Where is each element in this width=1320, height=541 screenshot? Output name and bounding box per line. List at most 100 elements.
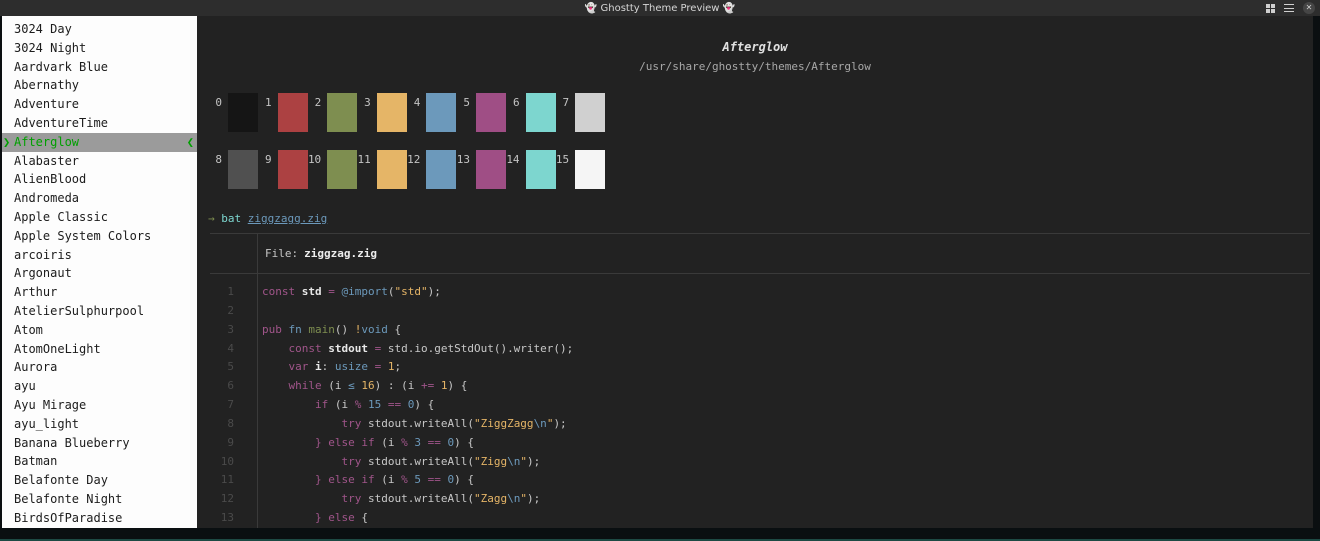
palette-swatch: [475, 150, 506, 189]
palette-index: 5: [463, 96, 470, 109]
palette-swatch: [228, 150, 258, 189]
line-number: 8: [227, 416, 234, 430]
code-text: } else {: [314, 511, 368, 525]
theme-list-item[interactable]: Arthur: [2, 283, 197, 302]
menu-icon[interactable]: [1284, 4, 1294, 12]
line-number: 1: [227, 285, 234, 298]
palette-swatch: [228, 93, 258, 132]
palette-swatch: [575, 93, 606, 132]
titlebar: 👻 Ghostty Theme Preview 👻 ✕: [0, 0, 1320, 16]
palette-swatch: [327, 93, 358, 132]
palette-cell: 10: [307, 150, 358, 189]
selection-marker-left-icon: ❯: [3, 134, 11, 149]
code-line: 2: [210, 302, 1310, 321]
line-number: 13: [220, 511, 234, 525]
palette-cell: 6: [506, 93, 556, 132]
palette-index: 12: [407, 153, 421, 166]
theme-list-item[interactable]: Aardvark Blue: [2, 58, 197, 77]
theme-list-item[interactable]: AtomOneLight: [2, 340, 197, 359]
palette-swatch: [426, 150, 457, 189]
code-text: try stdout.writeAll("Zigg\n");: [341, 454, 541, 468]
line-number: 7: [227, 398, 234, 412]
palette-swatch: [376, 93, 407, 132]
palette-cell: 0: [208, 93, 258, 132]
line-number: 5: [227, 360, 234, 374]
shell-prompt: → bat ziggzagg.zig: [208, 212, 327, 225]
tiles-icon[interactable]: [1266, 3, 1275, 13]
theme-list-item[interactable]: AtelierSulphurpool: [2, 302, 197, 321]
theme-list-item[interactable]: ❯ Afterglow ❮: [2, 132, 197, 152]
theme-list-item[interactable]: Apple System Colors: [2, 227, 197, 246]
line-number: 2: [227, 303, 234, 317]
file-name: ziggzag.zig: [304, 247, 377, 260]
palette-cell: 4: [406, 93, 457, 132]
palette-row-2: 8 9 10 11 12 13 14 15: [208, 150, 606, 189]
titlebar-buttons: ✕: [1266, 0, 1315, 16]
theme-list-item[interactable]: AdventureTime: [2, 114, 197, 133]
code-line: 12 try stdout.writeAll("Zagg\n");: [210, 490, 1310, 509]
theme-list-item[interactable]: Atom: [2, 321, 197, 340]
line-number: 4: [227, 341, 234, 355]
palette-swatch: [575, 150, 606, 189]
palette-swatch: [525, 93, 556, 132]
theme-list-item[interactable]: Abernathy: [2, 76, 197, 95]
palette-index: 2: [314, 96, 322, 109]
theme-list-item[interactable]: Andromeda: [2, 189, 197, 208]
theme-list-item[interactable]: ayu_light: [2, 415, 197, 434]
palette-index: 8: [215, 153, 222, 166]
code-line: 3 pub fn main() !void {: [210, 321, 1310, 340]
palette-cell: 8: [208, 150, 258, 189]
theme-list-item[interactable]: arcoiris: [2, 246, 197, 265]
palette-row-1: 0 1 2 3 4 5 6 7: [208, 93, 606, 132]
code-text: const stdout = std.io.getStdOut().writer…: [288, 341, 574, 355]
palette-index: 13: [456, 153, 470, 166]
palette-swatch: [475, 93, 506, 132]
code-line: 10 try stdout.writeAll("Zigg\n");: [210, 453, 1310, 472]
theme-list-item[interactable]: Argonaut: [2, 264, 197, 283]
theme-list-item[interactable]: AlienBlood: [2, 170, 197, 189]
theme-list-item[interactable]: Belafonte Day: [2, 471, 197, 490]
theme-list-item[interactable]: Ayu Mirage: [2, 396, 197, 415]
theme-list-item[interactable]: 3024 Day: [2, 20, 197, 39]
theme-list-item[interactable]: Banana Blueberry: [2, 434, 197, 453]
theme-list-item[interactable]: BirdsOfParadise: [2, 509, 197, 528]
close-icon[interactable]: ✕: [1303, 2, 1315, 14]
code-text: } else if (i % 5 == 0) {: [314, 473, 474, 487]
code-text: while (i ≤ 16) : (i += 1) {: [288, 379, 468, 393]
prompt-arrow-icon: →: [208, 212, 215, 225]
code-text: if (i % 15 == 0) {: [314, 398, 435, 412]
palette-index: 9: [264, 153, 272, 166]
theme-list-item[interactable]: Adventure: [2, 95, 197, 114]
palette-index: 3: [364, 96, 371, 109]
theme-list: 3024 Day 3024 Night Aardvark Blue Abernathy…: [2, 16, 197, 528]
desktop-edge: [0, 528, 1320, 541]
palette-swatch: [277, 150, 308, 189]
palette-cell: 15: [555, 150, 606, 189]
prompt-filename: ziggzagg.zig: [247, 212, 328, 225]
code-text: var i: usize = 1;: [288, 360, 402, 374]
bat-output: File: ziggzag.zig 1 const std = @import("…: [210, 233, 1310, 528]
palette-index: 6: [512, 96, 520, 109]
theme-list-item[interactable]: Aurora: [2, 358, 197, 377]
code-line: 11 } else if (i % 5 == 0) {: [210, 471, 1310, 490]
code-line: 6 while (i ≤ 16) : (i += 1) {: [210, 377, 1310, 396]
theme-list-item[interactable]: Belafonte Night: [2, 490, 197, 509]
palette-cell: 9: [258, 150, 308, 189]
line-number: 6: [227, 379, 234, 393]
line-number: 12: [220, 492, 234, 506]
theme-list-item[interactable]: Batman: [2, 452, 197, 471]
palette-swatch: [277, 93, 308, 132]
palette-index: 0: [215, 96, 222, 109]
code-line: 5 var i: usize = 1;: [210, 358, 1310, 377]
palette-swatch: [525, 150, 556, 189]
palette-cell: 7: [555, 93, 606, 132]
code-line: 7 if (i % 15 == 0) {: [210, 396, 1310, 415]
palette-index: 15: [555, 153, 570, 166]
palette-cell: 12: [406, 150, 457, 189]
theme-list-item[interactable]: ayu: [2, 377, 197, 396]
theme-list-item[interactable]: Alabaster: [2, 152, 197, 171]
ghostty-theme-preview-window: 3024 Day 3024 Night Aardvark Blue Abernathy…: [2, 16, 1313, 528]
gutter-separator: [257, 233, 258, 528]
theme-list-item[interactable]: 3024 Night: [2, 39, 197, 58]
theme-list-item[interactable]: Apple Classic: [2, 208, 197, 227]
